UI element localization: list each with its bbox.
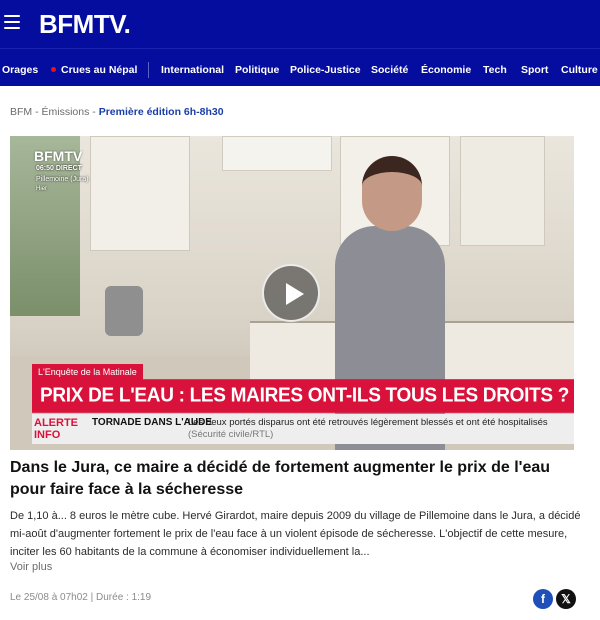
- video-scene-cabinet: [460, 136, 545, 246]
- publish-date: Le 25/08 à 07h02: [10, 592, 88, 603]
- breadcrumb-separator: -: [89, 106, 99, 118]
- ticker-source: (Sécurité civile/RTL): [188, 429, 274, 440]
- video-duration: Durée : 1:19: [96, 592, 152, 603]
- video-headline: PRIX DE L'EAU : LES MAIRES ONT-ILS TOUS …: [32, 379, 574, 413]
- video-scene-hood: [222, 136, 332, 171]
- nav-item-label: Crues au Népal: [61, 64, 138, 76]
- read-more-link[interactable]: Voir plus: [10, 561, 52, 573]
- nav-item-orages[interactable]: Orages: [2, 64, 38, 76]
- nav-separator: [148, 62, 149, 78]
- play-button[interactable]: [262, 264, 320, 322]
- broadcast-date: Hier: [36, 186, 48, 192]
- nav-item-politique[interactable]: Politique: [235, 64, 279, 76]
- video-scene-kettle: [105, 286, 143, 336]
- site-header: BFMTV.: [0, 0, 600, 48]
- site-logo[interactable]: BFMTV.: [39, 9, 131, 40]
- broadcast-location: Pillemoine (Jura): [36, 176, 89, 183]
- alert-label: ALERTE INFO: [34, 417, 90, 441]
- news-ticker: ALERTE INFO TORNADE DANS L'AUDE Les deux …: [32, 414, 574, 444]
- nav-item-culture[interactable]: Culture: [561, 64, 598, 76]
- nav-item-crues-nepal[interactable]: Crues au Népal: [51, 64, 137, 76]
- breadcrumb-separator: -: [32, 106, 42, 118]
- nav-item-tech[interactable]: Tech: [483, 64, 507, 76]
- nav-item-economie[interactable]: Économie: [421, 64, 471, 76]
- live-label: DIRECT: [55, 165, 82, 172]
- breadcrumb-emissions[interactable]: Émissions: [42, 106, 90, 118]
- meta-separator: |: [87, 592, 97, 603]
- article-summary: De 1,10 à... 8 euros le mètre cube. Herv…: [10, 510, 581, 558]
- nav-item-police-justice[interactable]: Police-Justice: [290, 64, 361, 76]
- video-player[interactable]: BFMTV 06:50 DIRECT Pillemoine (Jura) Hie…: [10, 136, 574, 450]
- nav-item-societe[interactable]: Société: [371, 64, 408, 76]
- breadcrumb: BFM - Émissions - Première édition 6h-8h…: [10, 106, 224, 118]
- nav-item-sport[interactable]: Sport: [521, 64, 548, 76]
- video-scene-cabinet: [90, 136, 190, 251]
- facebook-share-icon[interactable]: f: [533, 589, 553, 609]
- nav-item-international[interactable]: International: [161, 64, 224, 76]
- alert-label-line1: ALERTE: [34, 417, 78, 429]
- breadcrumb-bfm[interactable]: BFM: [10, 106, 32, 118]
- article-meta: Le 25/08 à 07h02 | Durée : 1:19: [10, 592, 151, 603]
- article-title: Dans le Jura, ce maire a décidé de forte…: [10, 459, 551, 498]
- ticker-body: Les deux portés disparus ont été retrouv…: [188, 417, 568, 441]
- channel-watermark: BFMTV: [34, 148, 83, 164]
- broadcast-time-value: 06:50: [36, 165, 54, 172]
- segment-tag: L'Enquête de la Matinale: [32, 364, 143, 380]
- video-scene-person-head: [362, 156, 422, 231]
- breadcrumb-current[interactable]: Première édition 6h-8h30: [99, 106, 224, 118]
- broadcast-time: 06:50 DIRECT: [36, 165, 82, 172]
- ticker-text: Les deux portés disparus ont été retrouv…: [188, 417, 548, 428]
- x-share-icon[interactable]: 𝕏: [556, 589, 576, 609]
- main-nav: Orages Crues au Népal International Poli…: [0, 48, 600, 86]
- live-dot-icon: [51, 66, 56, 72]
- menu-icon[interactable]: [4, 15, 20, 29]
- alert-label-line2: INFO: [34, 429, 61, 441]
